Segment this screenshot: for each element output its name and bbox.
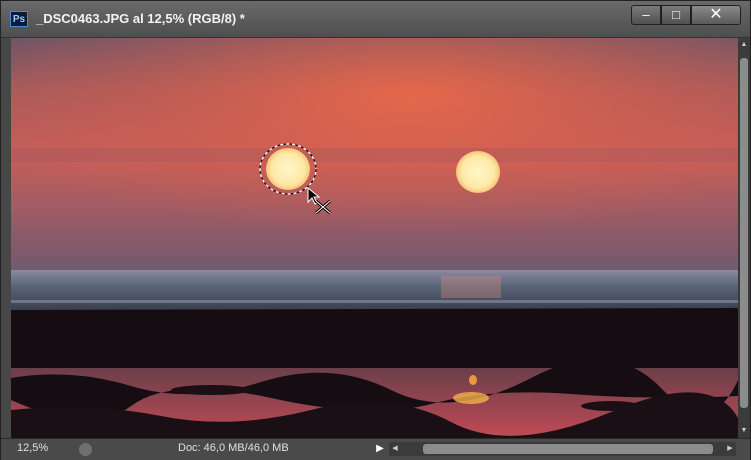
document-size-info: Doc: 46,0 MB/46,0 MB bbox=[178, 442, 289, 454]
scroll-right-icon[interactable]: ▶ bbox=[724, 442, 736, 456]
photo bbox=[11, 38, 738, 438]
status-info-icon[interactable] bbox=[79, 443, 92, 456]
scroll-down-icon[interactable]: ▼ bbox=[738, 424, 750, 438]
horizontal-scroll-thumb[interactable] bbox=[423, 444, 713, 454]
image-canvas[interactable] bbox=[11, 38, 738, 438]
scroll-left-icon[interactable]: ◀ bbox=[389, 442, 401, 456]
minimize-button[interactable]: ‒ bbox=[631, 5, 661, 25]
document-window: Ps _DSC0463.JPG al 12,5% (RGB/8) * ‒ □ ✕ bbox=[0, 0, 751, 460]
document-title: _DSC0463.JPG al 12,5% (RGB/8) * bbox=[36, 11, 245, 26]
vertical-scroll-thumb[interactable] bbox=[740, 58, 748, 408]
maximize-button[interactable]: □ bbox=[661, 5, 691, 25]
scroll-up-icon[interactable]: ▲ bbox=[738, 38, 750, 52]
vertical-scrollbar[interactable]: ▲ ▼ bbox=[738, 38, 750, 438]
photoshop-icon: Ps bbox=[10, 11, 28, 27]
status-menu-arrow-icon[interactable]: ▶ bbox=[373, 441, 387, 457]
close-button[interactable]: ✕ bbox=[691, 5, 741, 25]
status-bar: 12,5% Doc: 46,0 MB/46,0 MB ▶ ◀ ▶ bbox=[1, 438, 750, 460]
title-bar[interactable]: Ps _DSC0463.JPG al 12,5% (RGB/8) * ‒ □ ✕ bbox=[1, 1, 750, 38]
zoom-level[interactable]: 12,5% bbox=[17, 442, 48, 454]
horizontal-scrollbar[interactable]: ◀ ▶ bbox=[389, 442, 736, 456]
